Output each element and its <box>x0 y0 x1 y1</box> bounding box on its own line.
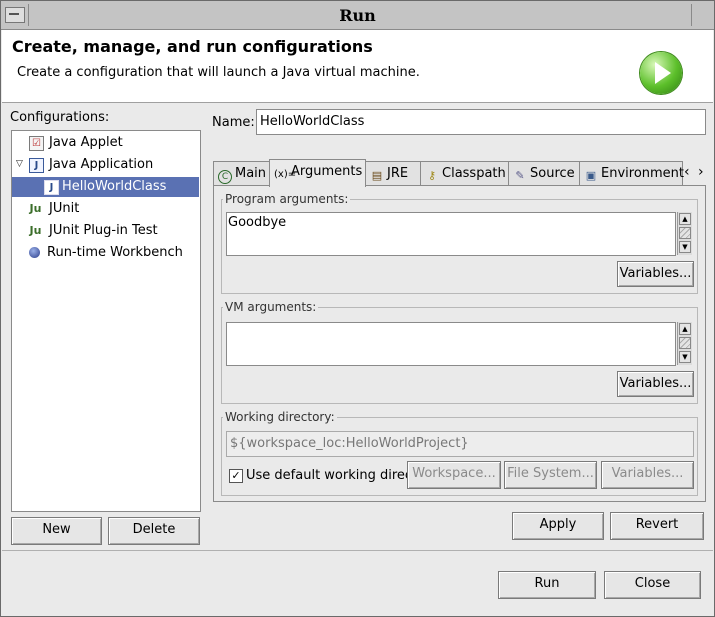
working-directory-label: Working directory: <box>223 410 337 424</box>
scroll-thumb[interactable] <box>679 227 691 239</box>
junit-icon: Ju <box>29 202 42 215</box>
tree-item-label: Java Application <box>49 157 154 172</box>
tab-label: JRE <box>387 166 409 181</box>
environment-tab-icon: ▣ <box>585 169 597 182</box>
java-application-icon: J <box>29 158 44 173</box>
arguments-panel: Program arguments: Goodbye ▲ ▼ Variables… <box>213 185 706 502</box>
tree-item-helloworldclass[interactable]: J HelloWorldClass <box>12 177 199 197</box>
dialog-header: Create, manage, and run configurations C… <box>2 30 713 103</box>
tab-source[interactable]: ✎ Source <box>508 161 580 186</box>
title-bar: Run <box>1 1 714 30</box>
tree-item-label: JUnit Plug-in Test <box>49 223 158 238</box>
new-button[interactable]: New <box>11 517 102 545</box>
scroll-down-icon[interactable]: ▼ <box>679 241 691 253</box>
tab-label: Source <box>530 166 575 181</box>
vm-arguments-scrollbar[interactable]: ▲ ▼ <box>677 322 692 365</box>
arguments-tab-icon: (x)= <box>274 169 297 180</box>
junit-plugin-icon: Ju <box>29 224 42 237</box>
workdir-variables-button[interactable]: Variables... <box>601 461 694 489</box>
working-directory-value: ${workspace_loc:HelloWorldProject} <box>230 436 469 451</box>
configurations-label: Configurations: <box>10 110 110 125</box>
tree-item-java-applet[interactable]: ☑ Java Applet <box>12 133 198 153</box>
vm-arguments-textarea[interactable] <box>226 322 676 366</box>
use-default-label: Use default working director <box>246 468 408 483</box>
run-dialog: Run Create, manage, and run configuratio… <box>0 0 715 617</box>
run-button[interactable]: Run <box>498 571 596 599</box>
tab-main[interactable]: C Main <box>213 161 271 186</box>
tab-label: Classpath <box>442 166 506 181</box>
revert-button[interactable]: Revert <box>610 512 704 540</box>
tab-jre[interactable]: ▤ JRE <box>365 161 421 186</box>
expand-chevron-icon[interactable]: ▽ <box>13 158 26 171</box>
tab-classpath[interactable]: ⚷ Classpath <box>420 161 509 186</box>
scroll-down-icon[interactable]: ▼ <box>679 351 691 363</box>
tree-item-runtime-workbench[interactable]: Run-time Workbench <box>12 243 198 263</box>
scroll-thumb[interactable] <box>679 337 691 349</box>
configurations-tree[interactable]: ☑ Java Applet ▽ J Java Application J Hel… <box>11 130 201 512</box>
program-arguments-label: Program arguments: <box>223 192 351 206</box>
tree-item-junit[interactable]: Ju JUnit <box>12 199 198 219</box>
java-applet-icon: ☑ <box>29 136 44 151</box>
vm-variables-button[interactable]: Variables... <box>617 371 694 397</box>
scroll-up-icon[interactable]: ▲ <box>679 213 691 225</box>
program-arguments-value: Goodbye <box>228 215 287 230</box>
classpath-tab-icon: ⚷ <box>427 169 437 182</box>
workbench-icon <box>29 247 40 258</box>
source-tab-icon: ✎ <box>515 169 525 182</box>
window-title: Run <box>339 6 376 25</box>
tree-item-label: HelloWorldClass <box>62 179 167 194</box>
working-directory-field[interactable]: ${workspace_loc:HelloWorldProject} <box>226 431 694 457</box>
tree-item-label: JUnit <box>49 201 80 216</box>
tree-item-java-application[interactable]: ▽ J Java Application <box>12 155 198 175</box>
file-system-button[interactable]: File System... <box>504 461 597 489</box>
run-icon <box>640 52 682 94</box>
tab-arguments[interactable]: (x)=Arguments <box>269 159 366 187</box>
program-variables-button[interactable]: Variables... <box>617 261 694 287</box>
name-field[interactable]: HelloWorldClass <box>256 109 706 135</box>
delete-button[interactable]: Delete <box>108 517 200 545</box>
tab-environment[interactable]: ▣ Environment <box>579 161 685 186</box>
java-class-icon: J <box>44 180 59 195</box>
scroll-up-icon[interactable]: ▲ <box>679 323 691 335</box>
name-value: HelloWorldClass <box>260 114 365 129</box>
tab-label: Arguments <box>291 164 363 179</box>
program-arguments-textarea[interactable]: Goodbye <box>226 212 676 256</box>
tab-label: Main <box>235 166 267 181</box>
tree-item-label: Java Applet <box>49 135 123 150</box>
tab-scroll-arrows-icon[interactable]: ‹ › <box>684 164 706 180</box>
workspace-button[interactable]: Workspace... <box>407 461 501 489</box>
jre-tab-icon: ▤ <box>371 169 383 182</box>
apply-button[interactable]: Apply <box>512 512 604 540</box>
tree-item-junit-plugin-test[interactable]: Ju JUnit Plug-in Test <box>12 221 198 241</box>
header-subtitle: Create a configuration that will launch … <box>17 65 420 80</box>
tab-label: Environment <box>601 166 685 181</box>
footer-divider <box>2 550 713 551</box>
vm-arguments-label: VM arguments: <box>223 300 319 314</box>
header-title: Create, manage, and run configurations <box>12 37 373 56</box>
use-default-checkbox[interactable]: ✓ <box>229 469 243 483</box>
tree-item-label: Run-time Workbench <box>47 245 183 260</box>
close-button[interactable]: Close <box>604 571 701 599</box>
program-arguments-scrollbar[interactable]: ▲ ▼ <box>677 212 692 255</box>
name-label: Name: <box>212 115 255 130</box>
main-tab-icon: C <box>218 170 232 184</box>
